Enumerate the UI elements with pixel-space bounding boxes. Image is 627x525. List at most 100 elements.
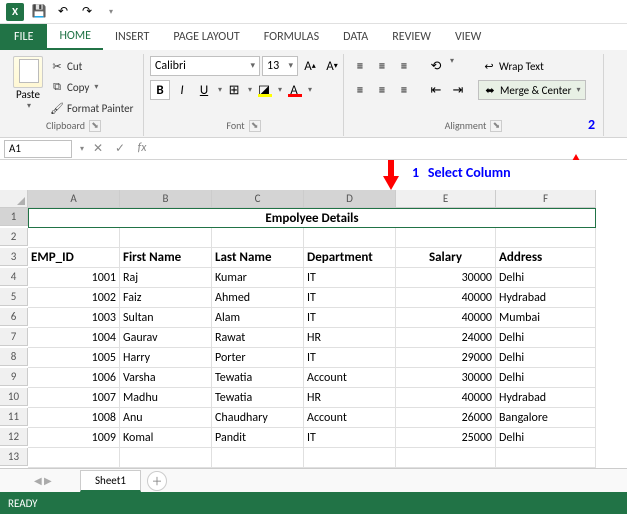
- cell[interactable]: IT: [304, 268, 396, 288]
- cell[interactable]: Alam: [212, 308, 304, 328]
- cell[interactable]: Delhi: [496, 348, 596, 368]
- spreadsheet-grid[interactable]: A B C D E F 1 Empolyee Details 2 3 EMP_I…: [0, 190, 627, 468]
- cell[interactable]: Delhi: [496, 268, 596, 288]
- cell[interactable]: Pandit: [212, 428, 304, 448]
- cell[interactable]: Madhu: [120, 388, 212, 408]
- orientation-button[interactable]: ⟲: [426, 56, 446, 76]
- cell[interactable]: Hydrabad: [496, 288, 596, 308]
- cell[interactable]: IT: [304, 288, 396, 308]
- cell[interactable]: 25000: [396, 428, 496, 448]
- cell[interactable]: IT: [304, 348, 396, 368]
- row-header-13[interactable]: 13: [0, 448, 28, 466]
- col-header-b[interactable]: B: [120, 190, 212, 208]
- cell[interactable]: Delhi: [496, 368, 596, 388]
- merge-center-button[interactable]: ⬌Merge & Center▾: [478, 80, 586, 100]
- cell[interactable]: EMP_ID: [28, 248, 120, 268]
- cell[interactable]: 24000: [396, 328, 496, 348]
- cell[interactable]: Anu: [120, 408, 212, 428]
- wrap-text-button[interactable]: ↩Wrap Text: [478, 56, 586, 76]
- cell[interactable]: 1006: [28, 368, 120, 388]
- row-header[interactable]: 8: [0, 348, 28, 366]
- qat-customize-button[interactable]: ▾: [100, 2, 122, 22]
- align-middle-button[interactable]: ≡: [372, 56, 392, 76]
- copy-button[interactable]: ⧉Copy▾: [50, 77, 133, 97]
- font-launcher[interactable]: ⬊: [249, 120, 261, 132]
- cell[interactable]: [496, 228, 596, 248]
- cell[interactable]: 26000: [396, 408, 496, 428]
- cell[interactable]: Delhi: [496, 328, 596, 348]
- row-header-3[interactable]: 3: [0, 248, 28, 266]
- tab-view[interactable]: VIEW: [443, 24, 493, 50]
- tab-file[interactable]: FILE: [0, 24, 47, 50]
- cell[interactable]: 30000: [396, 368, 496, 388]
- row-header-1[interactable]: 1: [0, 208, 28, 226]
- redo-button[interactable]: ↷: [76, 2, 98, 22]
- row-header[interactable]: 11: [0, 408, 28, 426]
- row-header[interactable]: 4: [0, 268, 28, 286]
- tab-home[interactable]: HOME: [47, 24, 103, 50]
- font-size-select[interactable]: 13: [262, 56, 298, 76]
- row-header[interactable]: 12: [0, 428, 28, 446]
- cell[interactable]: Address: [496, 248, 596, 268]
- italic-button[interactable]: I: [172, 80, 192, 100]
- cell[interactable]: HR: [304, 328, 396, 348]
- row-header-2[interactable]: 2: [0, 228, 28, 246]
- bold-button[interactable]: B: [150, 80, 170, 100]
- cell[interactable]: 1003: [28, 308, 120, 328]
- cell[interactable]: Tewatia: [212, 388, 304, 408]
- cut-button[interactable]: ✂Cut: [50, 56, 133, 76]
- cell[interactable]: [496, 448, 596, 468]
- cell[interactable]: [396, 448, 496, 468]
- cell[interactable]: First Name: [120, 248, 212, 268]
- cell[interactable]: IT: [304, 308, 396, 328]
- cell[interactable]: Bangalore: [496, 408, 596, 428]
- align-bottom-button[interactable]: ≡: [394, 56, 414, 76]
- cell[interactable]: Harry: [120, 348, 212, 368]
- row-header[interactable]: 10: [0, 388, 28, 406]
- sheet-tab-1[interactable]: Sheet1: [80, 470, 141, 492]
- cell[interactable]: Kumar: [212, 268, 304, 288]
- cell[interactable]: Ahmed: [212, 288, 304, 308]
- font-name-select[interactable]: Calibri: [150, 56, 260, 76]
- cell[interactable]: [212, 228, 304, 248]
- font-color-button[interactable]: A: [284, 80, 304, 100]
- cancel-fx-button[interactable]: ✕: [88, 141, 108, 156]
- increase-indent-button[interactable]: ⇥: [448, 80, 468, 100]
- cell[interactable]: [212, 448, 304, 468]
- paste-button[interactable]: Paste ▾: [10, 56, 46, 111]
- cell[interactable]: Salary: [396, 248, 496, 268]
- col-header-a[interactable]: A: [28, 190, 120, 208]
- cell[interactable]: IT: [304, 428, 396, 448]
- cell[interactable]: HR: [304, 388, 396, 408]
- format-painter-button[interactable]: 🖌Format Painter: [50, 98, 133, 118]
- cell[interactable]: Last Name: [212, 248, 304, 268]
- enter-fx-button[interactable]: ✓: [110, 141, 130, 156]
- cell[interactable]: [304, 448, 396, 468]
- cell[interactable]: Faiz: [120, 288, 212, 308]
- merged-title-cell[interactable]: Empolyee Details: [28, 208, 596, 228]
- cell[interactable]: 1002: [28, 288, 120, 308]
- sheet-nav[interactable]: ◀ ▶: [30, 474, 80, 487]
- row-header[interactable]: 5: [0, 288, 28, 306]
- fx-button[interactable]: fx: [132, 141, 152, 156]
- clipboard-launcher[interactable]: ⬊: [89, 120, 101, 132]
- cell[interactable]: 40000: [396, 308, 496, 328]
- name-box[interactable]: A1: [4, 140, 72, 158]
- cell[interactable]: Department: [304, 248, 396, 268]
- cell[interactable]: 29000: [396, 348, 496, 368]
- cell[interactable]: Chaudhary: [212, 408, 304, 428]
- cell[interactable]: Tewatia: [212, 368, 304, 388]
- align-left-button[interactable]: ≡: [350, 80, 370, 100]
- row-header[interactable]: 9: [0, 368, 28, 386]
- cell[interactable]: Hydrabad: [496, 388, 596, 408]
- cell[interactable]: [28, 448, 120, 468]
- cell[interactable]: 1008: [28, 408, 120, 428]
- formula-input[interactable]: [156, 140, 627, 158]
- decrease-indent-button[interactable]: ⇤: [426, 80, 446, 100]
- tab-page-layout[interactable]: PAGE LAYOUT: [161, 24, 251, 50]
- cell[interactable]: [304, 228, 396, 248]
- col-header-d[interactable]: D: [304, 190, 396, 208]
- cell[interactable]: [396, 228, 496, 248]
- row-header[interactable]: 6: [0, 308, 28, 326]
- col-header-f[interactable]: F: [496, 190, 596, 208]
